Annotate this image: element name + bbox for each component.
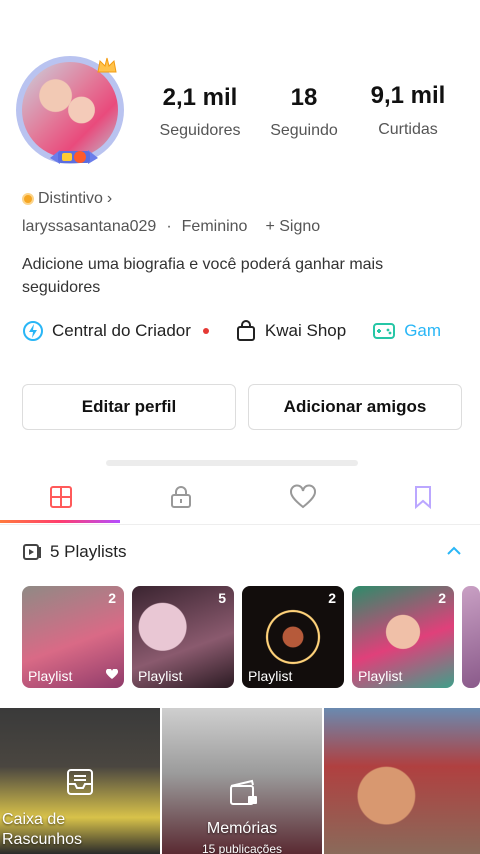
- drafts-cell[interactable]: Caixa de Rascunhos: [0, 708, 160, 854]
- following-label[interactable]: Seguindo: [258, 122, 350, 140]
- creator-center-label: Central do Criador: [52, 321, 191, 340]
- inbox-icon: [67, 769, 93, 795]
- playlists-header[interactable]: 5 Playlists: [22, 542, 127, 562]
- playlist-label: Playlist: [248, 668, 293, 684]
- following-count[interactable]: 18: [264, 84, 344, 112]
- separator: ·: [166, 218, 172, 235]
- tab-liked[interactable]: [288, 482, 318, 512]
- clapperboard-icon: [230, 779, 257, 805]
- tab-private[interactable]: [166, 482, 196, 512]
- followers-label[interactable]: Seguidores: [146, 122, 254, 140]
- sign-button[interactable]: + Signo: [265, 218, 320, 236]
- drafts-label: Caixa de Rascunhos: [2, 811, 83, 848]
- playlist-card[interactable]: 2 Playlist: [22, 586, 124, 688]
- playlist-card[interactable]: [462, 586, 480, 688]
- games-label: Gam: [404, 321, 442, 340]
- content-tabs: [0, 472, 480, 525]
- playlist-count: 5: [218, 590, 226, 606]
- scroll-indicator: [106, 460, 358, 466]
- avatar-badge-icon: [50, 150, 98, 164]
- chevron-right-icon: ›: [106, 190, 113, 207]
- playlist-count: 2: [438, 590, 446, 606]
- kwai-shop-shortcut[interactable]: Kwai Shop: [235, 320, 346, 342]
- playlists-title: 5 Playlists: [50, 542, 127, 561]
- memories-count: 15 publicações: [201, 842, 283, 854]
- badge-label: Distintivo: [38, 190, 103, 207]
- heart-icon: [106, 669, 118, 679]
- add-friends-button[interactable]: Adicionar amigos: [248, 384, 462, 430]
- creator-center-shortcut[interactable]: Central do Criador: [22, 320, 209, 342]
- lightning-icon: [23, 321, 43, 341]
- edit-profile-button[interactable]: Editar perfil: [22, 384, 236, 430]
- gender[interactable]: Feminino: [182, 218, 248, 236]
- playlist-label: Playlist: [28, 668, 73, 684]
- video-thumbnail[interactable]: [324, 708, 480, 854]
- badge-icon: [22, 193, 34, 205]
- avatar[interactable]: [22, 62, 118, 158]
- shortcut-row: Central do Criador Kwai Shop Gam: [22, 320, 441, 342]
- grid-icon: [50, 486, 72, 508]
- games-shortcut[interactable]: Gam: [372, 320, 441, 342]
- notification-dot: [202, 328, 209, 334]
- playlist-count: 2: [108, 590, 116, 606]
- bio-prompt[interactable]: Adicione uma biografia e você poderá gan…: [22, 253, 462, 299]
- active-tab-indicator: [0, 520, 120, 523]
- playlist-card[interactable]: 5 Playlist: [132, 586, 234, 688]
- likes-count: 9,1 mil: [370, 82, 446, 109]
- playlist-card[interactable]: 2 Playlist: [352, 586, 454, 688]
- tab-saved[interactable]: [408, 482, 438, 512]
- lock-icon: [171, 486, 191, 508]
- kwai-shop-label: Kwai Shop: [264, 321, 347, 340]
- bookmark-icon: [415, 486, 431, 510]
- memories-label: Memórias: [206, 820, 278, 837]
- playlist-card[interactable]: 2 Playlist: [242, 586, 344, 688]
- likes-label: Curtidas: [378, 121, 438, 138]
- username: laryssasantana029: [22, 218, 157, 235]
- gamepad-icon: [373, 323, 396, 339]
- playlist-icon: [23, 544, 41, 560]
- tab-posts[interactable]: [46, 482, 76, 512]
- playlist-label: Playlist: [138, 668, 183, 684]
- badge-link[interactable]: Distintivo ›: [22, 190, 112, 208]
- memories-cell[interactable]: Memórias 15 publicações: [162, 708, 322, 854]
- heart-icon: [290, 484, 316, 509]
- playlist-label: Playlist: [358, 668, 403, 684]
- playlist-count: 2: [328, 590, 336, 606]
- crown-icon: [97, 57, 117, 73]
- followers-count[interactable]: 2,1 mil: [150, 84, 250, 112]
- shopping-bag-icon: [236, 320, 255, 341]
- chevron-up-icon[interactable]: [446, 545, 462, 557]
- profile-meta: laryssasantana029 · Feminino + Signo: [22, 218, 320, 236]
